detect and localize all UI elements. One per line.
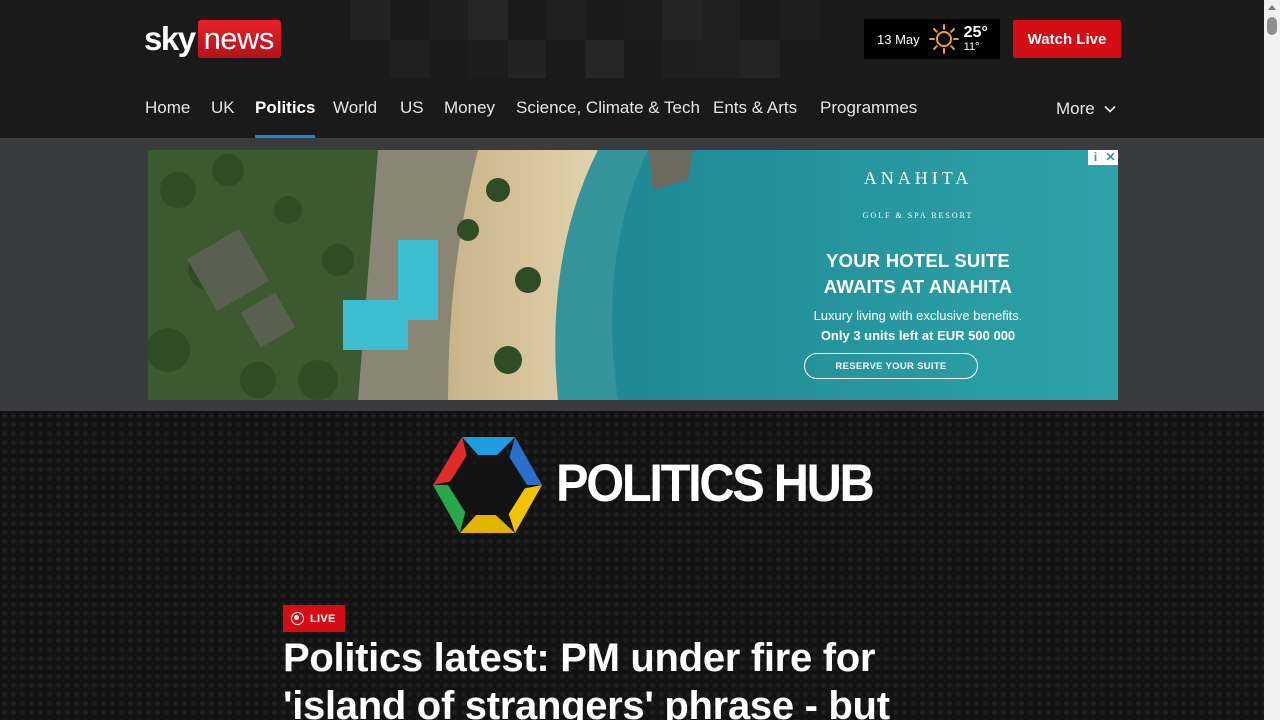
live-badge: LIVE — [283, 605, 345, 632]
ad-close-icon: ✕ — [1103, 150, 1118, 165]
politics-hub-logo-icon — [433, 437, 542, 533]
live-icon — [291, 612, 304, 625]
advertisement[interactable]: i ✕ ANAHITA GOLF & SPA RESORT YOUR HOTEL… — [148, 150, 1118, 400]
main-nav: Home UK Politics World US Money Science,… — [0, 80, 1264, 138]
browser-viewport: sky news 13 May 25° 11° Watch Live Home — [0, 0, 1280, 720]
nav-item-us[interactable]: US — [400, 80, 424, 138]
nav-item-politics[interactable]: Politics — [255, 80, 316, 138]
ad-headline: YOUR HOTEL SUITE AWAITS AT ANAHITA — [768, 248, 1068, 300]
nav-item-science[interactable]: Science, Climate & Tech — [516, 80, 700, 138]
ad-headline-line-2: AWAITS AT ANAHITA — [823, 276, 1013, 297]
weather-date: 13 May — [877, 31, 920, 47]
watch-live-button[interactable]: Watch Live — [1013, 20, 1121, 58]
nav-more-button[interactable]: More — [1056, 80, 1117, 138]
nav-more-label: More — [1056, 99, 1095, 118]
ad-choices[interactable]: i ✕ — [1088, 150, 1118, 165]
ad-body: Luxury living with exclusive benefits. O… — [768, 306, 1068, 346]
nav-item-money[interactable]: Money — [444, 80, 495, 138]
nav-item-world[interactable]: World — [333, 80, 377, 138]
ad-band: i ✕ ANAHITA GOLF & SPA RESORT YOUR HOTEL… — [0, 138, 1264, 411]
sky-news-logo[interactable]: sky news — [144, 20, 281, 58]
nav-item-politics-label: Politics — [255, 98, 316, 117]
page-scrollbar[interactable] — [1264, 0, 1280, 720]
header-pattern — [350, 0, 870, 78]
live-label: LIVE — [310, 612, 336, 625]
weather-widget[interactable]: 13 May 25° 11° — [864, 19, 1000, 59]
sun-icon — [928, 24, 959, 54]
chevron-down-icon — [1104, 105, 1116, 113]
politics-hub-title: POLITICS HUB — [556, 454, 875, 513]
nav-item-uk[interactable]: UK — [211, 80, 235, 138]
ad-body-line-1: Luxury living with exclusive benefits. — [813, 308, 1023, 323]
article-headline[interactable]: Politics latest: PM under fire for 'isla… — [283, 634, 963, 720]
weather-low: 11° — [963, 41, 980, 53]
logo-news-text: news — [197, 20, 281, 58]
ad-info-icon: i — [1088, 150, 1103, 165]
weather-temps: 25° 11° — [964, 25, 988, 53]
nav-item-programmes[interactable]: Programmes — [820, 80, 917, 138]
weather-high: 25° — [963, 24, 988, 41]
site-header: sky news 13 May 25° 11° Watch Live Home — [0, 0, 1264, 138]
logo-sky-text: sky — [144, 20, 196, 57]
ad-headline-line-1: YOUR HOTEL SUITE — [826, 250, 1010, 271]
politics-hub-section: POLITICS HUB LIVE Politics latest: PM un… — [0, 411, 1264, 720]
ad-body-line-2: Only 3 units left at EUR 500 000 — [820, 328, 1016, 343]
ad-subbrand: GOLF & SPA RESORT — [862, 211, 974, 220]
scroll-up-arrow-icon[interactable] — [1264, 0, 1280, 16]
scrollbar-thumb[interactable] — [1267, 17, 1277, 35]
nav-item-ents-arts[interactable]: Ents & Arts — [713, 80, 797, 138]
reserve-suite-button[interactable]: RESERVE YOUR SUITE — [804, 353, 978, 379]
ad-brand: ANAHITA — [863, 168, 973, 188]
nav-item-home[interactable]: Home — [145, 80, 190, 138]
